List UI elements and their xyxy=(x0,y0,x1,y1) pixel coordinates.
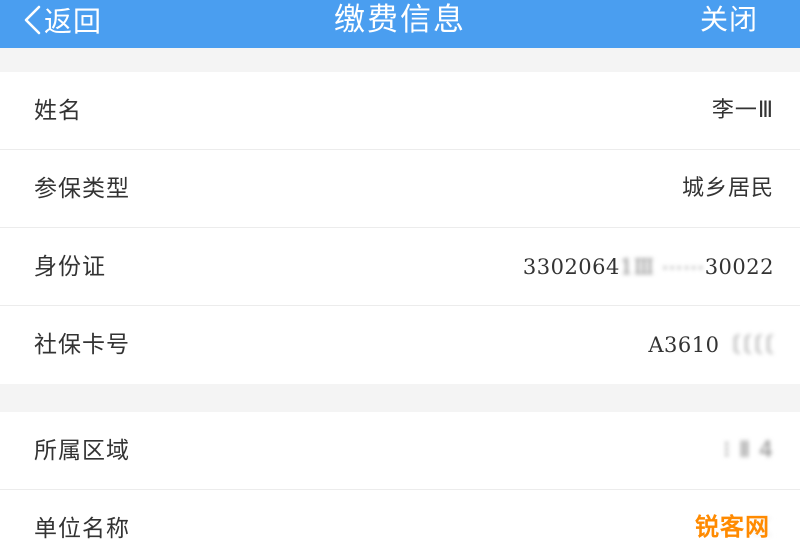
social-card-label: 社保卡号 xyxy=(34,332,130,358)
site-watermark: 锐客网 xyxy=(689,510,776,544)
info-row-name: 姓名 李一Ⅲ xyxy=(0,72,800,150)
social-card-visible: A3610 xyxy=(648,333,720,357)
region-label: 所属区域 xyxy=(34,438,130,464)
name-label: 姓名 xyxy=(34,98,82,124)
info-row-social-card: 社保卡号 A3610〔〔〔〔 xyxy=(0,306,800,384)
page-title: 缴费信息 xyxy=(334,2,466,38)
id-card-label: 身份证 xyxy=(34,254,106,280)
back-label: 返回 xyxy=(44,5,103,38)
close-button[interactable]: 关闭 xyxy=(700,0,758,40)
region-value-masked: ⁝ Ⅱ 4 xyxy=(723,438,774,463)
info-row-insurance-type: 参保类型 城乡居民 xyxy=(0,150,800,228)
info-row-employer: 单位名称 ⁝ ⁝ ⁝ 区 xyxy=(0,490,800,550)
region-info-card: 所属区域 ⁝ Ⅱ 4 单位名称 ⁝ ⁝ ⁝ 区 xyxy=(0,412,800,550)
back-button[interactable]: 返回 xyxy=(22,0,102,40)
id-card-masked-digits: 1Ⅲ ⋯⋯ xyxy=(619,255,705,279)
name-value: 李一Ⅲ xyxy=(711,98,774,123)
id-card-visible-start: 3302064 xyxy=(522,255,620,279)
info-row-id-card: 身份证 33020641Ⅲ ⋯⋯30022 xyxy=(0,228,800,306)
social-card-value: A3610〔〔〔〔 xyxy=(648,306,774,384)
social-card-masked-digits: 〔〔〔〔 xyxy=(719,333,774,357)
chevron-left-icon xyxy=(24,5,41,35)
insurance-type-label: 参保类型 xyxy=(34,176,130,202)
navigation-bar: 返回 缴费信息 关闭 xyxy=(0,0,800,48)
insurance-type-value: 城乡居民 xyxy=(681,176,774,201)
id-card-visible-end: 30022 xyxy=(704,255,774,279)
app-screen: 返回 缴费信息 关闭 姓名 李一Ⅲ 参保类型 城乡居民 身份证 33020641… xyxy=(0,0,800,550)
info-row-region: 所属区域 ⁝ Ⅱ 4 xyxy=(0,412,800,490)
personal-info-card: 姓名 李一Ⅲ 参保类型 城乡居民 身份证 33020641Ⅲ ⋯⋯30022 社… xyxy=(0,72,800,384)
id-card-value: 33020641Ⅲ ⋯⋯30022 xyxy=(523,228,774,306)
employer-label: 单位名称 xyxy=(34,516,130,542)
